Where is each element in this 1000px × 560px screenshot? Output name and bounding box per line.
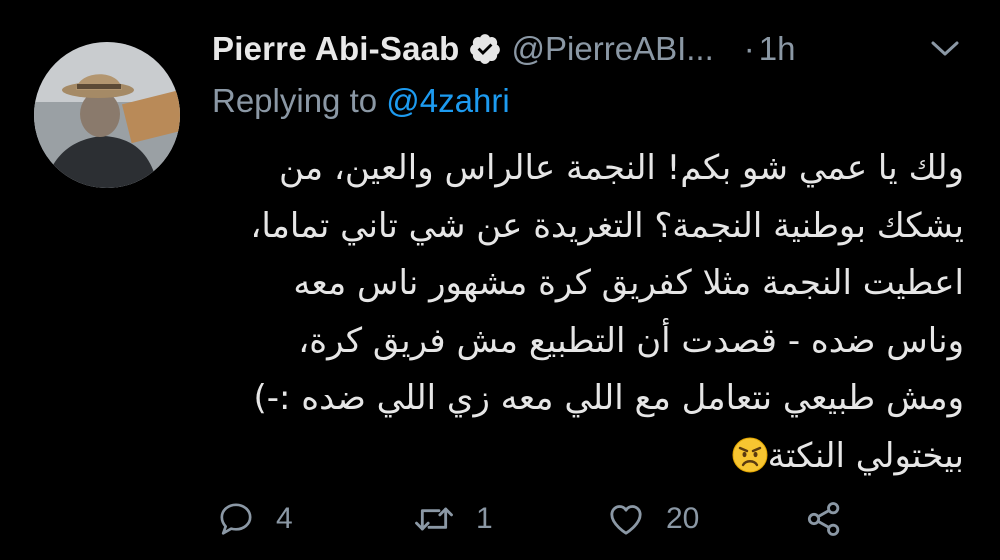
tweet-body-line: اعطيت النجمة مثلا كفريق كرة مشهور ناس مع… xyxy=(293,263,964,303)
like-button[interactable]: 20 xyxy=(606,494,699,544)
like-count: 20 xyxy=(666,502,700,535)
time-label: 1h xyxy=(758,30,796,67)
replying-to-prefix: Replying to xyxy=(212,82,387,119)
tweet-body-last-line: بيختولي النكتة xyxy=(212,428,964,486)
share-icon xyxy=(807,502,840,536)
more-options-chevron-down-icon[interactable] xyxy=(928,38,962,60)
angry-face-icon xyxy=(732,434,768,472)
share-button[interactable] xyxy=(804,494,844,544)
replying-to-mention[interactable]: @4zahri xyxy=(386,82,509,119)
retweet-count: 1 xyxy=(476,502,493,535)
tweet-body-line: بيختولي النكتة xyxy=(767,435,964,476)
separator-dot: · xyxy=(743,30,755,67)
avatar-image xyxy=(34,42,180,188)
display-name[interactable]: Pierre Abi-Saab xyxy=(212,30,460,68)
tweet-body-line: وناس ضده - قصدت أن التطبيع مش فريق كرة، xyxy=(298,320,964,361)
avatar[interactable] xyxy=(34,42,180,188)
reply-count: 4 xyxy=(276,502,293,535)
retweet-icon xyxy=(415,507,453,531)
tweet-body-line: يشكك بوطنية النجمة؟ التغريدة عن شي تاني … xyxy=(250,205,964,246)
tweet-time[interactable]: · 1h xyxy=(742,30,796,68)
reply-icon xyxy=(220,503,252,535)
tweet-body-line: ومش طبيعي نتعامل مع اللي معه زي اللي ضده… xyxy=(253,378,964,418)
tweet-header: Pierre Abi-Saab @PierreABI... · 1h xyxy=(212,24,972,74)
tweet[interactable]: Pierre Abi-Saab @PierreABI... · 1h Replyi… xyxy=(0,0,1000,560)
replying-to-line: Replying to @4zahri xyxy=(212,82,510,120)
tweet-body-line: ولك يا عمي شو بكم! النجمة عالراس والعين،… xyxy=(279,148,964,188)
tweet-actions: 4 1 20 xyxy=(0,494,1000,544)
heart-icon xyxy=(610,505,642,535)
verified-badge-icon xyxy=(468,32,502,66)
author-handle[interactable]: @PierreABI... xyxy=(512,30,714,68)
reply-button[interactable]: 4 xyxy=(216,494,293,544)
retweet-button[interactable]: 1 xyxy=(412,494,493,544)
tweet-body: ولك يا عمي شو بكم! النجمة عالراس والعين،… xyxy=(212,140,964,485)
